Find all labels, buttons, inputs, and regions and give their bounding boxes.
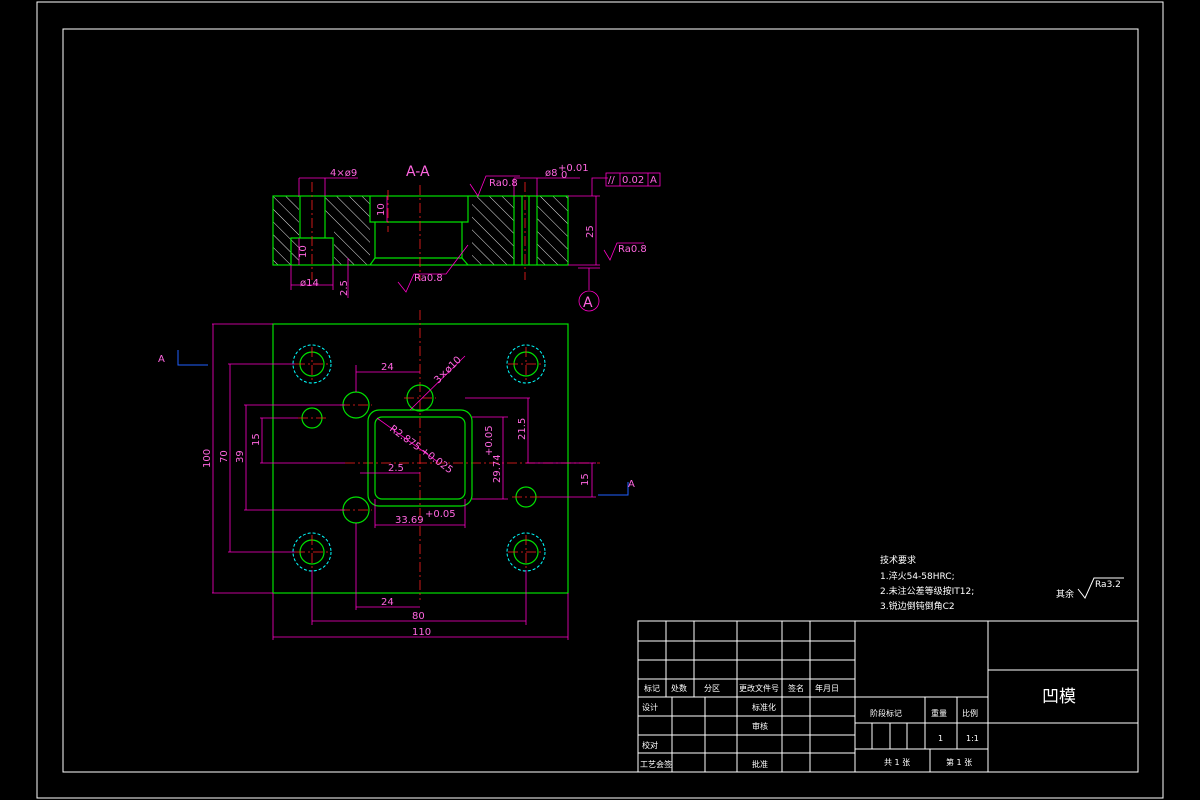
tb-review: 审核 (752, 721, 768, 731)
dim-pin-tol-lower: 0 (561, 170, 567, 181)
corner-holes (292, 344, 546, 572)
section-title: A-A (406, 164, 430, 180)
dim-3x-phi10: 3×ø10 (432, 355, 464, 387)
notes-heading: 技术要求 (880, 554, 916, 566)
tb-approve: 批准 (752, 759, 768, 769)
tb-design: 设计 (642, 702, 658, 712)
dim-24-top: 24 (381, 362, 394, 373)
cut-plane-label-right: A (628, 479, 635, 490)
surface-finish-general: 其余 Ra3.2 (1056, 577, 1124, 600)
surface-finish-label: 其余 (1056, 588, 1074, 600)
dim-holes-4x: 4×ø9 (330, 168, 357, 179)
section-view: A-A 4×ø9 10 10 ø14 2.5 25 ø8 +0.01 0 // … (272, 163, 661, 312)
dim-24-bottom: 24 (381, 597, 394, 608)
pin-holes (298, 407, 540, 508)
tb-stage: 阶段标记 (870, 708, 902, 718)
dim-80: 80 (412, 611, 425, 622)
dim-2-5: 2.5 (388, 463, 404, 474)
dim-39: 39 (235, 450, 246, 463)
tb-standardization: 标准化 (752, 702, 776, 712)
tb-header-mark: 标记 (644, 683, 660, 693)
tb-check: 校对 (642, 740, 658, 750)
section-hatch (273, 196, 568, 265)
dim-15-right: 15 (580, 473, 591, 486)
dim-110: 110 (412, 627, 431, 638)
dim-depth-10-top: 10 (376, 203, 387, 216)
dim-2-5-side: 2.5 (339, 280, 350, 296)
tb-scale: 1:1 (966, 734, 979, 743)
dim-radius-tol: +0.025 (418, 446, 454, 477)
dim-counterbore: ø14 (300, 278, 319, 289)
surface-finish-value: Ra3.2 (1095, 580, 1121, 590)
technical-notes: 技术要求 1.淬火54-58HRC; 2.未注公差等级按IT12; 3.锐边倒钝… (880, 554, 974, 612)
sheet-outer-border (36, 1, 1164, 799)
tb-header-date: 年月日 (815, 683, 839, 693)
tb-scale-label: 比例 (962, 708, 978, 718)
roughness-bottom: Ra0.8 (414, 273, 443, 284)
flatness-value: 0.02 (622, 175, 644, 186)
datum-marker: A (583, 295, 593, 311)
dim-15-left: 15 (251, 433, 262, 446)
tb-part-name: 凹模 (1042, 687, 1076, 707)
dim-radius: R2.875 (387, 424, 422, 454)
corner-hole-tr (506, 344, 546, 384)
plan-view: A A 100 70 39 15 24 3×ø10 R2.875 +0.025 … (158, 310, 635, 640)
tb-header-count: 处数 (671, 683, 687, 693)
dim-21-5: 21.5 (517, 418, 528, 440)
tb-weight: 重量 (931, 708, 947, 718)
corner-hole-bl (292, 532, 332, 572)
dim-29-74-tol: +0.05 (484, 425, 495, 456)
note-1: 1.淬火54-58HRC; (880, 570, 955, 582)
tb-quantity: 1 (938, 734, 943, 743)
corner-hole-tl (292, 344, 332, 384)
corner-hole-br (506, 532, 546, 572)
dim-33-69-tol: +0.05 (425, 509, 456, 520)
dim-thickness: 25 (585, 225, 596, 238)
tb-header-sign: 签名 (788, 683, 804, 693)
dim-33-69: 33.69 (395, 515, 424, 526)
tb-sheets-total: 共 1 张 (884, 758, 910, 767)
dim-pin-hole: ø8 (545, 168, 557, 179)
note-3: 3.锐边倒钝倒角C2 (880, 600, 955, 612)
flatness-datum: A (650, 175, 657, 186)
cad-drawing: A-A 4×ø9 10 10 ø14 2.5 25 ø8 +0.01 0 // … (36, 1, 1164, 799)
section-outline (272, 195, 569, 266)
tb-sheet-no: 第 1 张 (946, 757, 972, 767)
tb-header-zone: 分区 (704, 684, 720, 693)
cut-plane-label-left: A (158, 354, 165, 365)
note-2: 2.未注公差等级按IT12; (880, 585, 974, 597)
dim-100: 100 (202, 449, 213, 468)
roughness-side: Ra0.8 (618, 244, 647, 255)
dim-70: 70 (219, 450, 230, 463)
roughness-top: Ra0.8 (489, 178, 518, 189)
dim-depth-10-bottom: 10 (298, 245, 309, 258)
tb-header-change: 更改文件号 (739, 683, 779, 693)
sheet-inner-border (62, 28, 1139, 773)
dim-29-74: 29.74 (492, 454, 503, 483)
flatness-symbol: // (608, 175, 615, 186)
tb-process: 工艺会签 (640, 759, 672, 769)
title-block: 标记 处数 分区 更改文件号 签名 年月日 设计 标准化 审核 校对 工艺会签 … (637, 620, 1139, 773)
